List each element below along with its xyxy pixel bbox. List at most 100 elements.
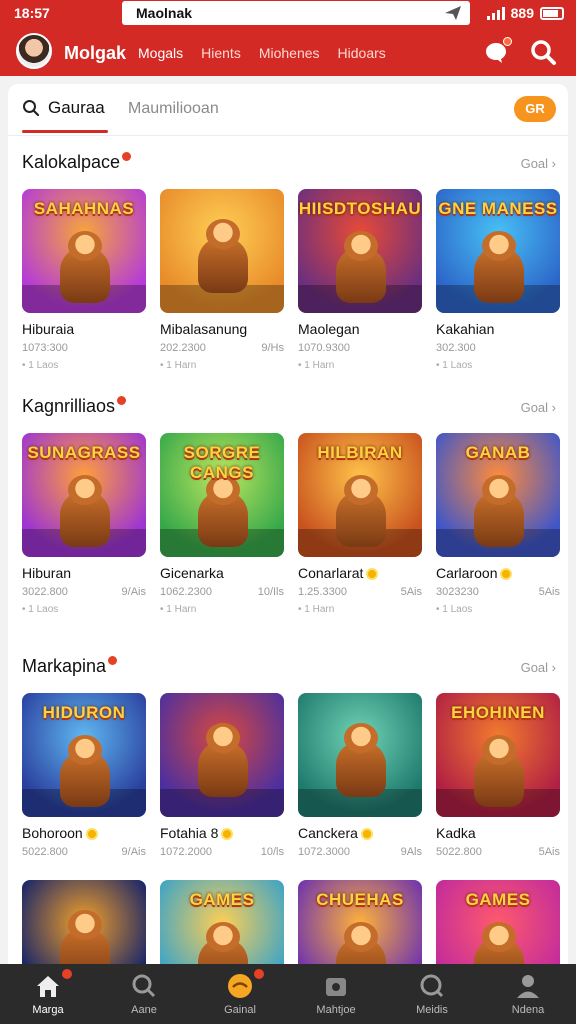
- game-thumbnail[interactable]: HILBIRAN: [298, 433, 422, 557]
- game-stat-rate: 9/Ais: [121, 586, 146, 598]
- game-card[interactable]: Canckera 1072.3000 9Als: [298, 693, 422, 858]
- coin-icon: [500, 568, 513, 581]
- game-name-text: Carlaroon: [436, 565, 498, 581]
- game-card[interactable]: GANAB Carlaroon 3023230 5Ais • 1 Laos: [436, 433, 560, 615]
- nav-item-1[interactable]: Mogals: [138, 45, 183, 61]
- game-card[interactable]: SORGRE CANGS Gicenarka 1062.2300 10/Ils • 1 …: [160, 433, 284, 615]
- game-stats: 1062.2300 10/Ils: [160, 586, 284, 598]
- game-card[interactable]: SUNAGRASS Hiburan 3022.800 9/Ais • 1 Laos: [22, 433, 146, 615]
- game-stat-count: 5022.800: [436, 846, 482, 858]
- status-time: 18:57: [14, 5, 50, 21]
- character-head: [344, 231, 378, 261]
- bottom-nav: Marga Aane Gainal Mahtjoe Meidis Ndena: [0, 964, 576, 1024]
- url-bar[interactable]: Maolnak: [122, 1, 470, 25]
- game-card[interactable]: Mibalasanung 202.2300 9/Hs • 1 Harn: [160, 189, 284, 371]
- game-card[interactable]: Fotahia 8 1072.2000 10/ls: [160, 693, 284, 858]
- notification-dot: [503, 37, 512, 46]
- bottom-nav-item[interactable]: Ndena: [480, 964, 576, 1024]
- nav-item-3[interactable]: Miohenes: [259, 45, 320, 61]
- game-thumbnail[interactable]: [298, 693, 422, 817]
- game-thumbnail[interactable]: SUNAGRASS: [22, 433, 146, 557]
- send-icon[interactable]: [444, 5, 462, 21]
- see-all-link[interactable]: Goal ›: [521, 400, 556, 415]
- game-subtitle: • 1 Harn: [298, 604, 335, 615]
- bottom-nav-item[interactable]: Meidis: [384, 964, 480, 1024]
- game-thumbnail[interactable]: EHOHINEN: [436, 693, 560, 817]
- game-card[interactable]: GNE MANESS Kakahian 302.300 • 1 Laos: [436, 189, 560, 371]
- section-title: Markapina: [22, 656, 118, 677]
- game-thumbnail[interactable]: [160, 693, 284, 817]
- game-art-title: HIDURON: [42, 703, 126, 722]
- game-name-text: Maolegan: [298, 321, 360, 337]
- bottom-nav-item[interactable]: Aane: [96, 964, 192, 1024]
- game-art-title: HILBIRAN: [317, 443, 403, 462]
- game-thumbnail[interactable]: [160, 189, 284, 313]
- game-art-title: GAMES: [465, 890, 531, 909]
- game-stat-rate: 10/Ils: [257, 586, 284, 598]
- character-head: [344, 475, 378, 505]
- section-title-text: Kagnrilliaos: [22, 396, 116, 416]
- nav-item-2[interactable]: Hients: [201, 45, 241, 61]
- section-title: Kalokalpace: [22, 152, 132, 173]
- bottom-nav-item[interactable]: Mahtjoe: [288, 964, 384, 1024]
- section-title-text: Markapina: [22, 656, 107, 676]
- game-art-title: GNE MANESS: [438, 199, 558, 218]
- game-stat-count: 1070.9300: [298, 342, 350, 354]
- game-stat-rate: 9Als: [400, 846, 422, 858]
- game-card[interactable]: SAHAHNAS Hiburaia 1073:300 • 1 Laos: [22, 189, 146, 371]
- bottom-nav-item[interactable]: Marga: [0, 964, 96, 1024]
- game-subtitle: • 1 Harn: [160, 604, 197, 615]
- game-stats: 302.300: [436, 342, 560, 354]
- game-name: Bohoroon: [22, 825, 146, 841]
- see-all-link[interactable]: Goal ›: [521, 156, 556, 171]
- game-stats: 1070.9300: [298, 342, 422, 354]
- coin-icon: [360, 828, 373, 841]
- game-thumbnail[interactable]: HIDURON: [22, 693, 146, 817]
- game-thumbnail[interactable]: GANAB: [436, 433, 560, 557]
- bottom-nav-label: Marga: [32, 1004, 64, 1016]
- game-thumbnail[interactable]: SAHAHNAS: [22, 189, 146, 313]
- game-stats: 3022.800 9/Ais: [22, 586, 146, 598]
- home-icon: [34, 972, 62, 1000]
- game-name-text: Kakahian: [436, 321, 495, 337]
- orange-pill-button[interactable]: GR: [514, 96, 556, 122]
- game-name-text: Mibalasanung: [160, 321, 248, 337]
- tab-games[interactable]: Gauraa: [22, 98, 105, 118]
- game-stats: 5022.800 9/Ais: [22, 846, 146, 858]
- game-thumbnail[interactable]: SORGRE CANGS: [160, 433, 284, 557]
- search-icon[interactable]: [529, 38, 557, 66]
- game-icon: [226, 972, 254, 1000]
- game-art-title: SUNAGRASS: [27, 443, 141, 462]
- character-head: [206, 219, 240, 249]
- game-card[interactable]: HILBIRAN Conarlarat 1.25.3300 5Ais • 1 Harn: [298, 433, 422, 615]
- bottom-nav-item[interactable]: Gainal: [192, 964, 288, 1024]
- avatar[interactable]: [16, 33, 52, 69]
- game-art-title: HIISDTOSHAU: [298, 199, 422, 218]
- character-head: [344, 922, 378, 952]
- battery-text: 889: [510, 5, 534, 21]
- game-card[interactable]: HIISDTOSHAU Maolegan 1070.9300 • 1 Harn: [298, 189, 422, 371]
- tab-bar: Gauraa Maumiliooan GR: [8, 84, 568, 136]
- bottom-nav-label: Ndena: [511, 1004, 545, 1016]
- game-stat-count: 202.2300: [160, 342, 206, 354]
- character-head: [68, 231, 102, 261]
- game-subtitle: • 1 Harn: [298, 360, 335, 371]
- tab-other[interactable]: Maumiliooan: [128, 100, 219, 118]
- game-art-title: CHUEHAS: [316, 890, 404, 909]
- character-head: [68, 475, 102, 505]
- status-bar: 18:57 Maolnak 889: [0, 0, 576, 28]
- nav-item-4[interactable]: Hidoars: [338, 45, 386, 61]
- new-badge-dot: [122, 152, 132, 161]
- see-all-link[interactable]: Goal ›: [521, 660, 556, 675]
- profile-icon: [514, 972, 542, 1000]
- game-name-text: Bohoroon: [22, 825, 83, 841]
- game-thumbnail[interactable]: GNE MANESS: [436, 189, 560, 313]
- game-name-text: Hiburaia: [22, 321, 75, 337]
- game-card[interactable]: HIDURON Bohoroon 5022.800 9/Ais: [22, 693, 146, 858]
- game-name: Hiburan: [22, 565, 146, 581]
- game-card[interactable]: EHOHINEN Kadka 5022.800 5Ais: [436, 693, 560, 858]
- url-text: Maolnak: [136, 5, 193, 21]
- game-thumbnail[interactable]: HIISDTOSHAU: [298, 189, 422, 313]
- game-stat-count: 5022.800: [22, 846, 68, 858]
- bottom-nav-label: Meidis: [416, 1004, 448, 1016]
